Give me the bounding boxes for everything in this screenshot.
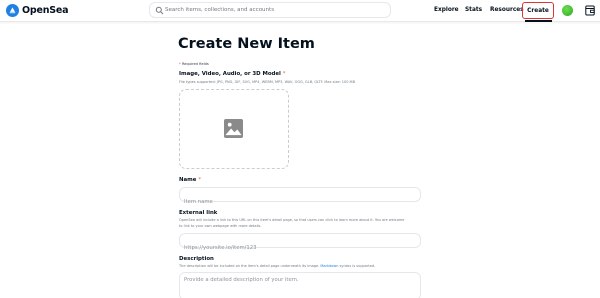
required-star: * (179, 62, 181, 66)
external-link-hint-line-2: to link to your own webpage with more de… (179, 224, 262, 228)
nav-create-label: Create (527, 7, 549, 14)
search-input[interactable] (165, 4, 385, 16)
required-star: * (282, 71, 286, 77)
description-hint-suffix: syntax is supported. (339, 264, 376, 268)
name-label-text: Name (179, 177, 197, 183)
required-fields-text: Required fields (181, 62, 209, 66)
nav-resources[interactable]: Resources (490, 5, 524, 16)
external-link-input[interactable] (180, 241, 420, 255)
search-bar[interactable] (149, 2, 391, 18)
name-field-container (179, 187, 421, 209)
image-placeholder-icon (224, 119, 243, 138)
active-nav-indicator (525, 20, 552, 22)
name-input[interactable] (180, 195, 420, 209)
external-link-label: External link (179, 210, 218, 216)
opensea-logo-icon[interactable] (6, 4, 19, 17)
description-label: Description (179, 256, 214, 262)
required-star: * (198, 177, 202, 183)
description-hint: The description will be included on the … (179, 264, 375, 270)
name-label: Name * (179, 177, 201, 183)
nav-stats[interactable]: Stats (465, 5, 482, 16)
media-file-types-hint: File types supported: JPG, PNG, GIF, SVG… (179, 80, 355, 84)
external-link-hint-line-1: OpenSea will include a link to this URL … (179, 218, 405, 222)
media-label: Image, Video, Audio, or 3D Model * (179, 71, 285, 77)
media-label-text: Image, Video, Audio, or 3D Model (179, 71, 281, 77)
nav-explore[interactable]: Explore (434, 5, 459, 16)
description-field-container (179, 272, 421, 298)
external-link-field-container (179, 233, 421, 255)
description-textarea[interactable] (180, 273, 420, 298)
wallet-icon[interactable] (585, 5, 595, 16)
avatar[interactable] (562, 5, 573, 16)
search-icon (155, 6, 164, 15)
markdown-link[interactable]: Markdown (320, 264, 338, 268)
description-hint-text: The description will be included on the … (179, 264, 320, 268)
page-title: Create New Item (178, 36, 315, 52)
nav-create[interactable]: Create (522, 2, 554, 19)
brand-name[interactable]: OpenSea (22, 4, 69, 17)
top-navbar: OpenSea Explore Stats Resources Create (0, 0, 600, 22)
required-fields-note: * Required fields (179, 62, 209, 66)
